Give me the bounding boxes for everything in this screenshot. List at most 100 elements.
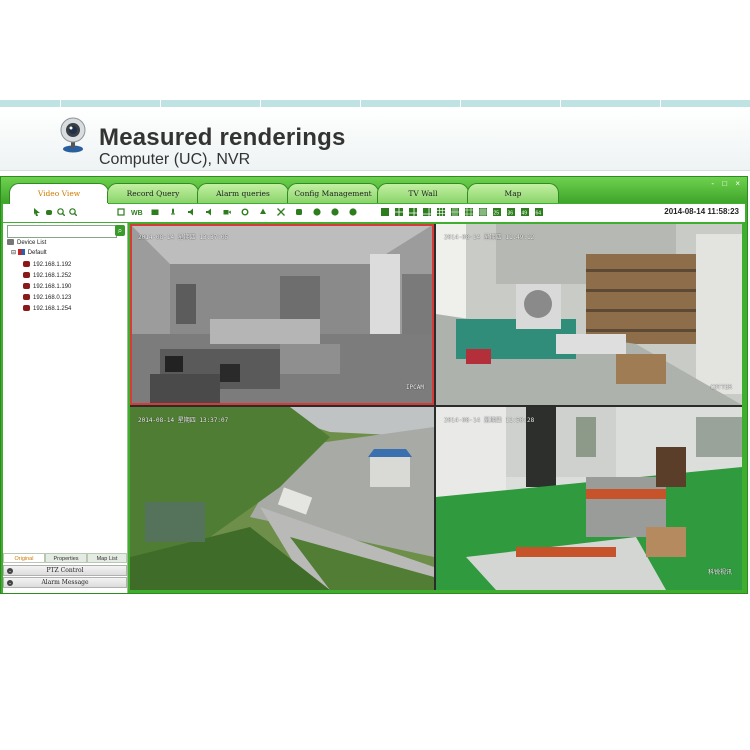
video-grid: 2014-08-14 星期四 13:37:05 IPCAM 2014-08-14… [130,224,742,590]
device-panel: ⌕ Device List ⊟ Default 192.168.1.192 19… [3,223,128,593]
device-ip: 192.168.1.192 [33,262,72,268]
refresh-icon[interactable] [241,208,249,216]
close-all-icon[interactable] [349,208,357,216]
video-timestamp: 2014-08-14 星期四 11:49:12 [444,234,535,241]
tab-alarm-queries[interactable]: Alarm queries [197,183,289,203]
video-caption: 科锐视讯 [707,569,732,576]
zoom-in-icon[interactable] [57,208,65,216]
video-caption: COTTER [710,384,732,391]
video-cell-4[interactable]: 2014-08-14 星期四 11:50:28 科锐视讯 [436,407,742,590]
camera-icon [23,272,30,279]
tab-properties[interactable]: Properties [45,553,87,563]
wb-icon[interactable]: WB [131,208,143,216]
camera-icon [23,261,30,268]
tree-group-default[interactable]: ⊟ Default [11,249,47,257]
layout-4-icon[interactable] [395,208,403,216]
broadcast-icon[interactable] [205,208,213,216]
speaker-icon[interactable] [187,208,195,216]
zoom-out-icon[interactable] [69,208,77,216]
tree-root-label: Device List [17,240,47,246]
camera-feed-office [130,224,434,405]
alarm-bell-icon[interactable] [259,208,267,216]
toolbar: WB 25 36 49 64 2014-08-14 11:58:23 [3,204,745,222]
svg-text:64: 64 [536,211,542,217]
banner-subtitle: Computer (UC), NVR [99,151,251,168]
group-icon [17,249,25,256]
camera-feed-outdoor [130,407,434,590]
expand-icon[interactable] [277,208,285,216]
video-timestamp: 2014-08-14 星期四 13:37:05 [138,234,229,241]
camera-feed-office-green [436,407,742,590]
fullscreen-icon[interactable] [117,208,125,216]
window-controls[interactable]: - □ × [711,179,743,188]
alarm-message-panel[interactable]: ⌄ Alarm Message [3,577,127,588]
layout-16-icon[interactable] [479,208,487,216]
nvr-app-window: Video View Record Query Alarm queries Co… [0,176,748,594]
camera-icon [23,294,30,301]
layout-25-icon[interactable]: 25 [493,208,501,216]
microphone-icon[interactable] [169,208,177,216]
device-search-input[interactable] [7,225,117,238]
sidebar-bottom-tabs: Original Properties Map List [3,553,127,563]
video-cell-1[interactable]: 2014-08-14 星期四 13:37:05 IPCAM [130,224,434,405]
stop-icon[interactable] [331,208,339,216]
datetime-display: 2014-08-14 11:58:23 [664,207,739,216]
tree-group-label: Default [27,250,47,256]
svg-text:49: 49 [522,211,528,217]
tab-tv-wall[interactable]: TV Wall [377,183,469,203]
top-stripe [0,100,750,107]
tab-config-management[interactable]: Config Management [287,183,379,203]
device-list-icon [7,239,14,246]
layout-1-icon[interactable] [381,208,389,216]
camera-feed-warehouse [436,224,742,405]
tab-map[interactable]: Map [467,183,559,203]
pointer-icon[interactable] [33,208,41,216]
layout-49-icon[interactable]: 49 [521,208,529,216]
layout-10-icon[interactable] [451,208,459,216]
layout-13-icon[interactable] [465,208,473,216]
play-icon[interactable] [313,208,321,216]
layout-36-icon[interactable]: 36 [507,208,515,216]
chevron-down-icon[interactable]: ⌄ [7,580,13,586]
ptz-control-label: PTZ Control [46,567,84,574]
tree-device[interactable]: 192.168.1.190 [23,283,71,291]
banner-title: Measured renderings [99,124,346,151]
video-timestamp: 2014-08-14 星期四 13:37:07 [138,417,229,424]
tree-device[interactable]: 192.168.1.192 [23,261,71,269]
layout-9-icon[interactable] [437,208,445,216]
snapshot-icon[interactable] [151,208,159,216]
device-ip: 192.168.1.252 [33,273,72,279]
tree-device[interactable]: 192.168.0.123 [23,294,71,302]
video-cell-3[interactable]: 2014-08-14 星期四 13:37:07 [130,407,434,590]
tree-device[interactable]: 192.168.1.252 [23,272,71,280]
tab-map-list[interactable]: Map List [87,553,127,563]
tab-video-view[interactable]: Video View [9,183,109,204]
tab-record-query[interactable]: Record Query [107,183,199,203]
layout-8-icon[interactable] [423,208,431,216]
chevron-down-icon[interactable]: ⌄ [7,568,13,574]
layout-64-icon[interactable]: 64 [535,208,543,216]
alarm-message-label: Alarm Message [41,579,89,586]
camera-icon [23,305,30,312]
ptz-control-panel[interactable]: ⌄ PTZ Control [3,565,127,576]
camera-icon [23,283,30,290]
svg-text:WB: WB [131,210,143,216]
collapse-icon[interactable]: ⊟ [11,250,16,256]
device-ip: 192.168.1.254 [33,306,72,312]
hand-icon[interactable] [45,208,53,216]
tree-device[interactable]: 192.168.1.254 [23,305,71,313]
svg-text:36: 36 [508,211,514,217]
video-cell-2[interactable]: 2014-08-14 星期四 11:49:12 COTTER [436,224,742,405]
device-ip: 192.168.1.190 [33,284,72,290]
record-icon[interactable] [223,208,231,216]
device-ip: 192.168.0.123 [33,295,72,301]
webcam-icon [60,117,86,153]
svg-text:25: 25 [494,211,500,217]
video-timestamp: 2014-08-14 星期四 11:50:28 [444,417,535,424]
tree-root[interactable]: Device List [7,239,46,247]
main-tab-bar: Video View Record Query Alarm queries Co… [1,177,747,204]
layout-6-icon[interactable] [409,208,417,216]
lock-icon[interactable] [295,208,303,216]
tab-original[interactable]: Original [3,553,45,563]
search-icon[interactable]: ⌕ [115,225,125,236]
